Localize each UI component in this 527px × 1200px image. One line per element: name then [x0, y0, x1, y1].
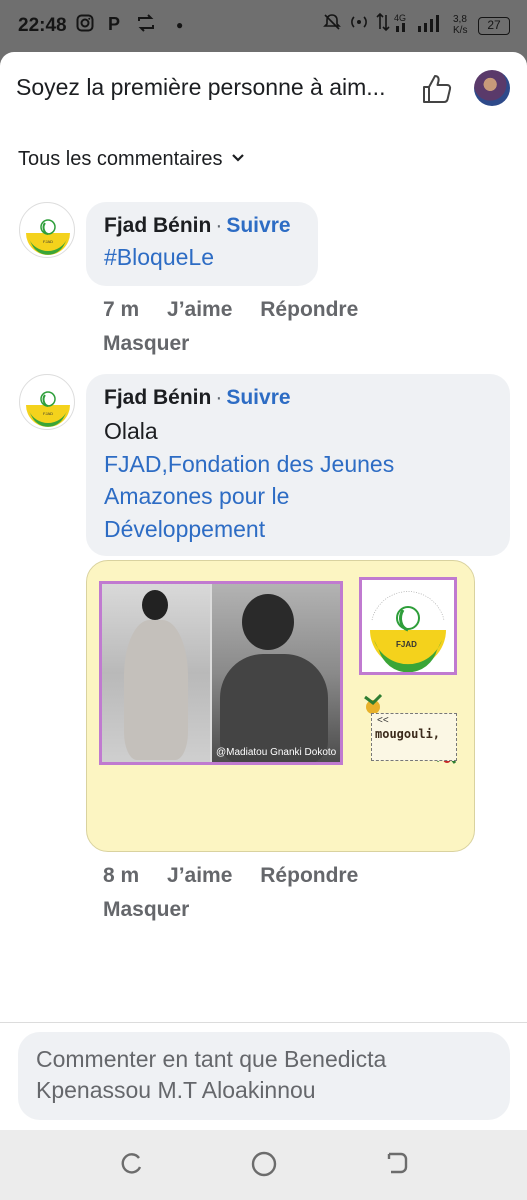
comment-author[interactable]: Fjad Bénin	[104, 386, 211, 409]
home-icon[interactable]	[249, 1150, 279, 1180]
likes-bar[interactable]: Soyez la première personne à aim...	[0, 52, 527, 130]
comment-bubble[interactable]: Fjad Bénin · Suivre #BloqueLe	[86, 202, 318, 286]
commenter-avatar[interactable]: FJAD	[19, 202, 75, 258]
battery-icon: 27	[478, 16, 510, 35]
separator-dot: ·	[215, 386, 223, 409]
page-link-line[interactable]: Amazones pour le	[104, 480, 492, 513]
signal-4g-icon: 4G	[392, 12, 444, 38]
repost-icon	[136, 14, 156, 37]
comment-input[interactable]: Commenter en tant que Benedicta Kpenasso…	[18, 1032, 510, 1120]
separator-dot: ·	[215, 214, 223, 237]
comment-bubble[interactable]: Fjad Bénin · Suivre Olala FJAD,Fondation d…	[86, 374, 510, 556]
logo-label: FJAD	[396, 640, 417, 649]
hide-button[interactable]: Masquer	[103, 898, 189, 922]
divider	[0, 1022, 527, 1023]
recent-apps-icon[interactable]	[117, 1150, 147, 1180]
comment-author[interactable]: Fjad Bénin	[104, 214, 211, 237]
photo-credit: @Madiatou Gnanki Dokoto	[216, 747, 337, 758]
hashtag-link[interactable]: #BloqueLe	[104, 244, 300, 271]
comment-time: 7 m	[103, 298, 140, 321]
page-link-line[interactable]: FJAD,Fondation des Jeunes	[104, 448, 492, 481]
like-button[interactable]: J’aime	[167, 298, 232, 321]
back-icon[interactable]	[381, 1150, 411, 1180]
data-arrows-icon	[376, 12, 390, 36]
comment-filter-dropdown[interactable]: Tous les commentaires	[18, 148, 245, 171]
reply-button[interactable]: Répondre	[260, 864, 358, 887]
p-app-icon: P	[108, 14, 121, 34]
photo-left	[102, 584, 210, 762]
photo-right	[212, 584, 340, 762]
instagram-icon	[76, 14, 94, 37]
battery-level: 27	[478, 17, 510, 35]
follow-link[interactable]: Suivre	[226, 214, 290, 237]
svg-text:FJAD: FJAD	[43, 239, 53, 244]
hotspot-icon	[348, 12, 370, 36]
comment-text: Olala	[104, 418, 158, 444]
network-speed: 3,8 K/s	[453, 14, 468, 36]
sticker: << mougouli,	[363, 687, 459, 767]
page-link-line[interactable]: Développement	[104, 513, 492, 546]
hide-button[interactable]: Masquer	[103, 332, 189, 356]
sticker-text: mougouli,	[375, 727, 441, 741]
fjad-logo: FJAD	[359, 577, 457, 675]
likes-text: Soyez la première personne à aim...	[16, 74, 386, 100]
system-nav-bar	[0, 1130, 527, 1200]
status-time: 22:48	[18, 15, 67, 36]
comment-actions: 8 m J’aime Répondre	[103, 864, 380, 888]
svg-text:4G: 4G	[394, 13, 406, 23]
svg-text:FJAD: FJAD	[43, 411, 53, 416]
filter-label: Tous les commentaires	[18, 148, 223, 170]
photo-collage: @Madiatou Gnanki Dokoto	[99, 581, 343, 765]
comments-sheet: Soyez la première personne à aim... Tous…	[0, 52, 527, 1130]
chevron-down-icon	[231, 150, 245, 168]
follow-link[interactable]: Suivre	[226, 386, 290, 409]
like-button[interactable]: J’aime	[167, 864, 232, 887]
comment-time: 8 m	[103, 864, 140, 887]
status-bar: 22:48 P ● 4G 3,8 K/s 27	[0, 0, 527, 52]
commenter-avatar[interactable]: FJAD	[19, 374, 75, 430]
reply-button[interactable]: Répondre	[260, 298, 358, 321]
thumbs-up-outline-icon[interactable]	[420, 72, 454, 106]
sticker-arrows: <<	[377, 715, 389, 726]
comment-image-attachment[interactable]: @Madiatou Gnanki Dokoto FJAD << mougouli…	[86, 560, 475, 852]
dot-icon: ●	[176, 18, 184, 32]
profile-avatar[interactable]	[474, 70, 510, 106]
mute-icon	[322, 12, 342, 36]
comment-actions: 7 m J’aime Répondre	[103, 298, 380, 322]
